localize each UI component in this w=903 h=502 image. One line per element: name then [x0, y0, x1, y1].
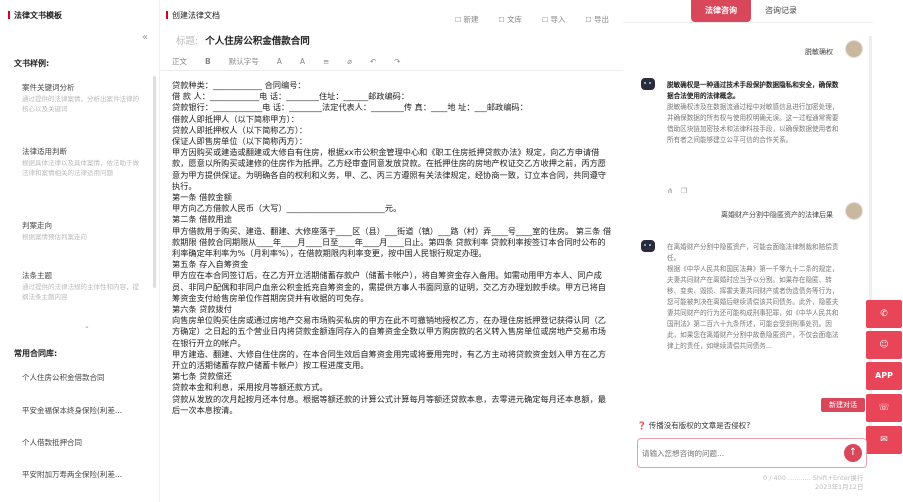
template-item[interactable]: 法律适用判断 根据具体法律以及具体案情，依法助于做法律和案情相关的法律适用问题	[22, 146, 140, 178]
tab-legal-consult[interactable]: 法律咨询	[691, 0, 751, 22]
examples-label: 文书样例:	[14, 59, 50, 68]
doc-line: 第五条 存入自筹资金	[172, 259, 249, 270]
doc-paragraph: 甲方借款用于购买、建造、翻建、大修座落于____区（县）___街道（镇）___路…	[172, 225, 612, 259]
consult-icon[interactable]: ☏	[866, 394, 902, 422]
new-chat-button[interactable]: 新建对话	[821, 398, 865, 412]
answer-heading: 脱敏确权是一种通过技术手段保护数据隐私和安全，确保数据合法使用的法律概念。	[667, 81, 839, 100]
highlight-icon[interactable]: A	[300, 57, 305, 66]
doc-paragraph: 贷款从发放的次月起按月还本付息。根据等额还款的计算公式计算每月等额还贷款本息，去…	[172, 393, 606, 415]
document-body[interactable]: 贷款种类：____________ 合同编号： 借 款 人：__________…	[172, 80, 612, 416]
question-icon: ❓	[637, 421, 647, 430]
export-button[interactable]: 导出	[585, 14, 609, 25]
tabs-divider	[623, 22, 873, 23]
customer-service-icon[interactable]: ☺	[866, 331, 902, 359]
tab-consult-history[interactable]: 咨询记录	[751, 0, 811, 22]
doc-line: 第七条 贷款偿还	[172, 371, 232, 382]
answer-heading: 在离婚财产分割中隐匿资产，可能会面临法律制裁和赔偿责任。	[667, 243, 839, 262]
toolbar-divider	[160, 70, 623, 71]
assistant-answer: 脱敏确权是一种通过技术手段保护数据隐私和安全，确保数据合法使用的法律概念。 脱敏…	[667, 80, 839, 146]
chat-input-box: ↑	[637, 438, 867, 468]
share-icon[interactable]: ⋔	[667, 187, 673, 195]
doc-title-field[interactable]: 标题: 个人住房公积金借款合同	[176, 33, 310, 47]
doc-line: 第六条 贷款拨付	[172, 304, 232, 315]
phone-icon[interactable]: ✆	[866, 300, 902, 328]
expand-more-icon[interactable]: ⌄	[84, 322, 90, 330]
wechat-icon[interactable]: ✉	[866, 426, 902, 454]
doc-line: 贷款本金和利息，采用按月等额还款方式。	[172, 382, 328, 393]
library-button[interactable]: 文库	[498, 14, 522, 25]
align-icon[interactable]: ≡	[323, 57, 329, 66]
doc-paragraph: 甲方建造、翻建、大修自住住房的，在本合同生效后自筹资金用完或将要用完时，有乙方主…	[172, 348, 606, 371]
doc-title-value[interactable]: 个人住房公积金借款合同	[205, 36, 310, 47]
robot-avatar-icon	[641, 240, 655, 252]
user-question: 脱敏确权	[805, 48, 833, 56]
document-editor: 创建法律文档 新建 文库 导入 导出 标题: 个人住房公积金借款合同 正文 B …	[160, 0, 623, 502]
answer-actions: ⋔ ❐	[667, 187, 687, 195]
common-contracts-label: 常用合同库:	[14, 349, 58, 358]
legal-consult-panel: 法律咨询 咨询记录 脱敏确权 脱敏确权是一种通过技术手段保护数据隐私和安全，确保…	[623, 0, 903, 502]
doc-line: 保证人即售房单位（以下简称丙方）：	[172, 136, 308, 147]
doc-line: 贷款人即抵押权人（以下简称乙方）：	[172, 124, 308, 135]
doc-paragraph: 向售房单位购买住房或通过房地产交易市场购买私房的甲方在此不可撤销地授权乙方，在办…	[172, 315, 606, 348]
doc-title-label: 标题:	[176, 36, 199, 47]
collapse-icon[interactable]: «	[142, 32, 148, 43]
template-sidebar: 法律文书模板 « 文书样例: 案件关键词分析 通过提供的法律案情，分析出案件法律…	[0, 0, 160, 502]
redo-icon[interactable]: ↷	[394, 57, 400, 66]
user-avatar	[845, 40, 863, 58]
font-size-select[interactable]: 默认字号	[229, 56, 259, 67]
font-color-icon[interactable]: A	[277, 57, 282, 66]
footer-date: 2023年1月12日	[814, 483, 864, 491]
format-toolbar: 正文 B 默认字号 A A ≡ ⌀ ↶ ↷	[172, 56, 400, 67]
chat-input[interactable]	[642, 440, 838, 466]
doc-line: 贷款种类：____________ 合同编号：	[172, 80, 306, 90]
editor-title: 创建法律文档	[166, 10, 220, 21]
send-button[interactable]: ↑	[844, 444, 862, 462]
robot-avatar-icon	[641, 78, 655, 90]
doc-line: 借 款 人：____________电 话：________住址：______邮…	[172, 91, 410, 102]
bold-icon[interactable]: B	[205, 57, 211, 66]
answer-body: 根据《中华人民共和国民法典》第一千零九十二条的规定，夫妻共同财产在离婚时应当予以…	[667, 265, 839, 350]
common-contract-item[interactable]: 个人住房公积金借款合同	[22, 372, 105, 383]
doc-paragraph: 甲方因购买或建造或翻建或大修自有住房，根据xx市公积金管理中心和《职工住房抵押贷…	[172, 147, 606, 191]
doc-line: 第一条 借款金额	[172, 192, 232, 203]
doc-line: 第二条 借款用途	[172, 214, 232, 225]
import-button[interactable]: 导入	[542, 14, 565, 25]
template-item[interactable]: 法条主题 通过提供的法律法规的主体性和内容，提纲法条主题内容	[22, 270, 140, 302]
assistant-answer: 在离婚财产分割中隐匿资产，可能会面临法律制裁和赔偿责任。 根据《中华人民共和国民…	[667, 242, 839, 414]
new-button[interactable]: 新建	[455, 14, 478, 25]
user-question: 离婚财产分割中隐匿资产的法律后果	[721, 211, 833, 219]
doc-line: 贷款银行：____________电 话：________法定代表人：_____…	[172, 102, 528, 113]
template-item[interactable]: 案件关键词分析 通过提供的法律案情，分析出案件法律的核心以及关键词	[22, 82, 140, 114]
common-contract-item[interactable]: 平安金福保本终身保险(利差...	[22, 405, 122, 416]
app-button[interactable]: APP	[866, 362, 902, 390]
doc-line: 借款人即抵押人（以下简称甲方）：	[172, 113, 299, 124]
template-sidebar-title: 法律文书模板	[8, 10, 62, 21]
doc-paragraph: 甲方应在本合同签订后，在乙方开立活期储蓄存款户（储蓄卡帐户），将自筹资金存入备用…	[172, 270, 606, 303]
input-footer: 0 / 400 ........... Shift+Enter换行 2023年1…	[763, 474, 863, 492]
undo-icon[interactable]: ↶	[370, 57, 376, 66]
common-contract-item[interactable]: 平安附加万寿两全保险(利差...	[22, 469, 122, 480]
answer-body: 脱敏确权涉及在数据流通过程中对敏感信息进行加密处理，并确保数据的所有权与使用权明…	[667, 103, 839, 144]
clear-format-icon[interactable]: ⌀	[347, 57, 352, 66]
suggested-question[interactable]: ❓ 传播没有版权的文章是否侵权?	[637, 420, 750, 431]
editor-actions: 新建 文库 导入 导出	[455, 14, 609, 25]
sidebar-scrollbar[interactable]	[153, 76, 156, 288]
paragraph-style-select[interactable]: 正文	[172, 56, 187, 67]
template-item[interactable]: 判案走向 根据案情预估判案走向	[22, 220, 140, 242]
user-avatar	[845, 202, 863, 220]
consult-tabs: 法律咨询 咨询记录	[691, 0, 811, 22]
suggested-question-text: 传播没有版权的文章是否侵权?	[648, 421, 751, 430]
common-contract-item[interactable]: 个人借款抵押合同	[22, 437, 82, 448]
char-count: 0 / 400 ........... Shift+Enter换行	[763, 474, 864, 482]
copy-icon[interactable]: ❐	[681, 187, 687, 195]
doc-line: 甲方向乙方借款人民币（大写）________________________元。	[172, 203, 402, 214]
